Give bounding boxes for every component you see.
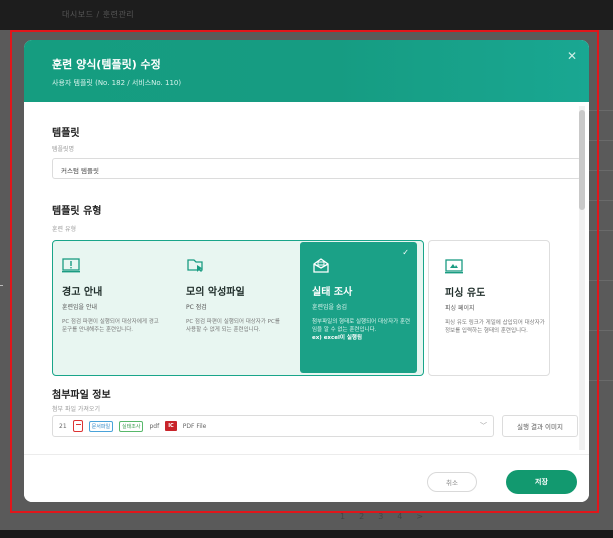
phishing-icon bbox=[445, 259, 463, 274]
card-desc: PC 점검 파편이 실행되어 대상자가 PC를 사용할 수 없게 되는 훈련입니… bbox=[186, 319, 280, 333]
mail-open-icon bbox=[313, 258, 329, 273]
card-malicious-file[interactable]: 모의 악성파일 PC 점검 PC 점검 파편이 실행되어 대상자가 PC를 사용… bbox=[176, 240, 296, 376]
card-desc-highlight: ex) excel이 실행됨 bbox=[312, 335, 363, 341]
background-mark bbox=[0, 285, 3, 286]
page-link[interactable]: 2 bbox=[359, 512, 364, 521]
card-desc: PC 점검 파편이 실행되어 대상자에게 경고 문구를 안내해주는 훈련입니다. bbox=[62, 319, 159, 333]
card-warning[interactable]: 경고 안내 훈련임을 안내 PC 점검 파편이 실행되어 대상자에게 경고 문구… bbox=[52, 240, 172, 376]
template-name-input[interactable]: 커스텀 템플릿 bbox=[52, 158, 581, 179]
card-name: 피싱 유도 bbox=[445, 288, 486, 299]
pdf-file-icon bbox=[72, 420, 83, 432]
tag-survey: 실태조사 bbox=[119, 420, 144, 432]
card-sub: 훈련임을 숨김 bbox=[312, 304, 348, 311]
edit-template-modal: 훈련 양식(템플릿) 수정 사용자 템플릿 (No. 182 / 서비스No. … bbox=[24, 40, 589, 502]
section-title-attachment: 첨부파일 정보 bbox=[52, 390, 111, 401]
card-desc: 첨부파일의 형태로 실행되어 대상자가 훈련임을 알 수 없는 훈련입니다. e… bbox=[312, 318, 412, 342]
card-phishing-content: 피싱 유도 피싱 페이지 피싱 유도 링크가 게일에 삽입되어 대상자가 정보를… bbox=[429, 241, 549, 377]
section-title-type: 템플릿 유형 bbox=[52, 206, 102, 217]
page-link[interactable]: 4 bbox=[397, 512, 402, 521]
background-topbar: 대시보드 / 훈련관리 bbox=[0, 0, 613, 30]
attachment-ext: pdf bbox=[149, 422, 160, 430]
card-desc: 피싱 유도 링크가 게일에 삽입되어 대상자가 정보를 입력하는 형태의 훈련입… bbox=[445, 320, 545, 334]
ic-badge: IC bbox=[165, 421, 177, 431]
card-sub: 훈련임을 안내 bbox=[62, 304, 98, 311]
card-survey: 실태 조사 훈련임을 숨김 첨부파일의 형태로 실행되어 대상자가 훈련임을 알… bbox=[300, 242, 420, 378]
page-next[interactable]: > bbox=[416, 512, 423, 521]
card-name: 실태 조사 bbox=[312, 287, 353, 298]
background-breadcrumb: 대시보드 / 훈련관리 bbox=[62, 10, 135, 19]
section-title-template: 템플릿 bbox=[52, 128, 80, 139]
modal-subtitle: 사용자 템플릿 (No. 182 / 서비스No. 110) bbox=[52, 79, 182, 87]
card-sub: PC 점검 bbox=[186, 304, 207, 311]
modal-header: 훈련 양식(템플릿) 수정 사용자 템플릿 (No. 182 / 서비스No. … bbox=[24, 40, 589, 102]
attachment-number: 21 bbox=[59, 422, 67, 430]
card-desc-text: 첨부파일의 형태로 실행되어 대상자가 훈련임을 알 수 없는 훈련입니다. bbox=[312, 319, 411, 333]
template-name-label: 템플릿명 bbox=[52, 146, 75, 153]
save-button[interactable]: 저장 bbox=[506, 470, 577, 494]
cancel-button[interactable]: 취소 bbox=[427, 472, 477, 492]
close-icon[interactable]: ✕ bbox=[567, 49, 577, 63]
attachment-label: 첨부 파일 가져오기 bbox=[52, 406, 100, 413]
scrollbar-thumb[interactable] bbox=[579, 110, 585, 210]
background-pagination: 1 2 3 4 > bbox=[340, 512, 423, 521]
card-sub: 피싱 페이지 bbox=[445, 305, 475, 312]
type-label: 훈련 유형 bbox=[52, 226, 76, 233]
card-phishing[interactable]: 피싱 유도 피싱 페이지 피싱 유도 링크가 게일에 삽입되어 대상자가 정보를… bbox=[428, 240, 550, 376]
template-type-cards: 경고 안내 훈련임을 안내 PC 점검 파편이 실행되어 대상자에게 경고 문구… bbox=[52, 240, 550, 376]
modal-footer: 취소 저장 bbox=[24, 454, 589, 502]
attachment-file-name: PDF File bbox=[182, 422, 207, 430]
file-cursor-icon bbox=[187, 259, 203, 272]
modal-title: 훈련 양식(템플릿) 수정 bbox=[52, 58, 161, 71]
card-survey-selected[interactable]: ✓ 실태 조사 훈련임을 숨김 첨부파일의 형태로 실행되어 대상자가 훈련임을… bbox=[300, 242, 417, 373]
card-name: 경고 안내 bbox=[62, 287, 103, 298]
card-name: 모의 악성파일 bbox=[186, 287, 245, 298]
chevron-down-icon[interactable]: ﹀ bbox=[480, 421, 487, 431]
background-bottom-bar bbox=[0, 530, 613, 538]
warning-icon bbox=[62, 258, 80, 273]
modal-body: 템플릿 템플릿명 커스텀 템플릿 템플릿 유형 훈련 유형 경고 안내 훈련임을… bbox=[24, 102, 589, 454]
result-image-button[interactable]: 실행 결과 이미지 bbox=[502, 415, 578, 437]
page-link[interactable]: 1 bbox=[340, 512, 345, 521]
tag-document: 문서파일 bbox=[88, 420, 114, 432]
attachment-row: 21 문서파일 실태조사 pdf IC PDF File ﹀ 실행 결과 이미지 bbox=[52, 415, 581, 437]
page-link[interactable]: 3 bbox=[378, 512, 383, 521]
attachment-select[interactable]: 21 문서파일 실태조사 pdf IC PDF File ﹀ bbox=[52, 415, 494, 437]
